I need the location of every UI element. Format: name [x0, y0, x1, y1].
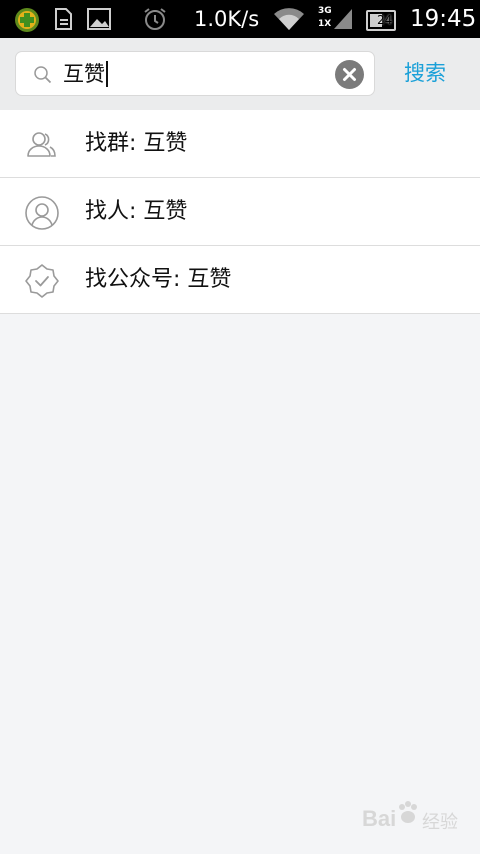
document-icon [55, 8, 72, 30]
result-find-group[interactable]: 找群: 互赞 [0, 110, 480, 178]
wifi-icon [274, 8, 304, 30]
watermark-brand: Bai [362, 806, 397, 831]
watermark-brand2: 经验 [422, 812, 458, 833]
paw-icon [399, 801, 417, 823]
result-label: 找人: 互赞 [85, 199, 188, 224]
battery-level: 24 [377, 13, 393, 27]
clear-button[interactable] [335, 60, 364, 89]
search-input[interactable]: 互赞 [15, 51, 375, 96]
text-caret [106, 60, 108, 87]
network-3g-label: 3G [318, 6, 332, 16]
baidu-watermark: Bai 经验 [362, 800, 462, 840]
search-icon [34, 66, 52, 84]
search-query: 互赞 [63, 60, 108, 87]
image-icon [87, 8, 111, 30]
close-icon [343, 68, 356, 81]
signal-icon [334, 9, 352, 29]
result-label: 找群: 互赞 [85, 131, 188, 156]
status-bar: 1.0K/s 3G 1X 24 19:45 [0, 0, 480, 38]
app-notification-icon [15, 8, 39, 32]
group-icon [27, 132, 56, 157]
result-find-official-account[interactable]: 找公众号: 互赞 [0, 246, 480, 314]
badge-icon [25, 264, 59, 298]
result-label: 找公众号: 互赞 [85, 267, 232, 292]
search-result-list: 找群: 互赞 找人: 互赞 找公众号: 互赞 [0, 110, 480, 314]
clock: 19:45 [410, 6, 477, 32]
net-speed: 1.0K/s [194, 7, 260, 31]
alarm-icon [144, 8, 166, 30]
network-1x-label: 1X [318, 19, 332, 29]
search-bar: 互赞 搜索 [0, 38, 480, 110]
search-button[interactable]: 搜索 [404, 60, 446, 86]
result-find-person[interactable]: 找人: 互赞 [0, 178, 480, 246]
person-icon [25, 196, 59, 230]
battery-icon: 24 [366, 10, 396, 31]
